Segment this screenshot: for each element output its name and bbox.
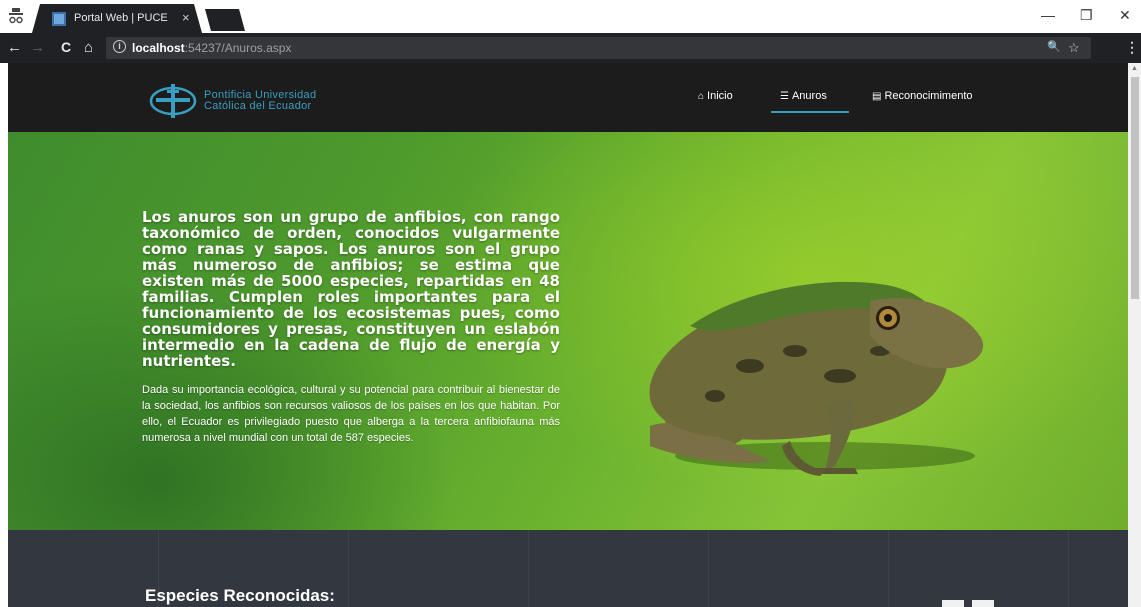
bar-chart-icon: ▤ [872, 91, 882, 102]
hero-text: Los anuros son un grupo de anfibios, con… [142, 209, 560, 446]
nav-label-inicio: Inicio [707, 90, 733, 102]
maximize-icon[interactable]: ❐ [1080, 7, 1093, 24]
scrollbar-thumb[interactable] [1131, 77, 1139, 299]
scroll-up-icon[interactable]: ▲ [1131, 65, 1138, 72]
species-card-top[interactable] [942, 600, 964, 607]
browser-tab-active[interactable]: Portal Web | PUCE × [32, 4, 202, 33]
nav-item-reconocimiento[interactable]: ▤ Reconocimimento [872, 90, 973, 102]
species-card-top[interactable] [972, 600, 994, 607]
database-icon: ☰ [780, 91, 789, 102]
new-tab-button[interactable] [205, 9, 245, 31]
favicon-icon [52, 12, 66, 26]
forward-icon[interactable]: → [30, 39, 45, 56]
reload-icon[interactable]: C [61, 39, 71, 55]
bookmark-star-icon[interactable]: ☆ [1068, 40, 1080, 56]
page-scrollbar[interactable]: ▲ [1128, 63, 1141, 607]
browser-toolbar: ← → C ⌂ i localhost:54237/Anuros.aspx 🔍 … [0, 33, 1141, 63]
logo-text: Pontificia Universidad Católica del Ecua… [204, 90, 316, 112]
incognito-icon [9, 8, 23, 24]
nav-label-reconocimiento: Reconocimimento [884, 90, 973, 102]
browser-menu-icon[interactable]: ⋮ [1125, 39, 1139, 56]
tab-title: Portal Web | PUCE [74, 12, 168, 24]
frog-image [649, 281, 984, 476]
url-host: localhost [132, 41, 185, 55]
url-path: :54237/Anuros.aspx [184, 41, 292, 55]
bg-line [528, 530, 529, 607]
bg-line [888, 530, 889, 607]
hero-lead-paragraph: Los anuros son un grupo de anfibios, con… [142, 208, 560, 370]
site-navbar: Pontificia Universidad Católica del Ecua… [8, 63, 1128, 132]
web-page: Pontificia Universidad Católica del Ecua… [8, 63, 1128, 607]
nav-item-anuros[interactable]: ☰ Anuros [771, 90, 849, 113]
bg-line [348, 530, 349, 607]
nav-label-anuros: Anuros [791, 90, 827, 102]
hero-body-paragraph: Dada su importancia ecológica, cultural … [142, 384, 560, 444]
address-bar[interactable]: i localhost:54237/Anuros.aspx 🔍 ☆ [106, 37, 1091, 59]
tab-close-icon[interactable]: × [182, 10, 190, 25]
bg-line [1068, 530, 1069, 607]
zoom-icon[interactable]: 🔍 [1047, 40, 1061, 53]
species-section: Especies Reconocidas: [8, 530, 1128, 607]
bg-line [708, 530, 709, 607]
minimize-icon[interactable]: — [1041, 7, 1055, 23]
puce-emblem-icon [149, 84, 197, 118]
hero-section: Los anuros son un grupo de anfibios, con… [8, 132, 1128, 530]
species-title: Especies Reconocidas: [145, 586, 335, 605]
home-icon[interactable]: ⌂ [84, 39, 93, 56]
site-info-icon[interactable]: i [113, 40, 126, 53]
url-text[interactable]: localhost:54237/Anuros.aspx [132, 41, 291, 55]
window-close-icon[interactable]: ✕ [1119, 7, 1131, 24]
browser-tabstrip: Portal Web | PUCE × — ❐ ✕ [0, 0, 1141, 33]
nav-item-inicio[interactable]: ⌂ Inicio [698, 90, 733, 102]
puce-logo[interactable]: Pontificia Universidad Católica del Ecua… [148, 83, 338, 119]
logo-line-2: Católica del Ecuador [204, 100, 312, 112]
home-icon: ⌂ [698, 91, 705, 102]
back-icon[interactable]: ← [7, 39, 22, 56]
